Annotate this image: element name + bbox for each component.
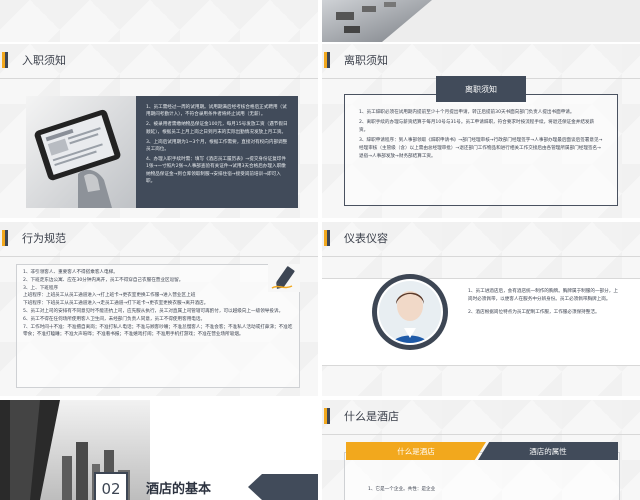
ruzhi-text-3: 3、上岗后试用期为1~3个月，根据工作需要，直接对有权向内部调整员工岗位。 [146,139,288,153]
ruzhi-text-2: 2、被录用者需缴纳物品保证金100元，每月15号发放工资（遇节假日顺延），根据员… [146,122,288,135]
accent-bar [324,230,330,246]
slide-title: 离职须知 [344,54,388,67]
slide-lizhi[interactable]: 离职须知 1、员工辞职必须在试用期内提前至少十个月提出申请，转正后提前30天书面… [322,44,640,218]
pen-icon [268,264,300,292]
slide-section-divider[interactable]: 02 酒店的基本 [0,400,318,500]
slide-title: 什么是酒店 [344,410,399,423]
lizhi-text-2: 2、离职手续的办理与薪资结算于每月10号与31号。员工申请辞职，符合要求时按流程… [359,120,595,133]
slide-title: 行为规范 [22,232,66,245]
ruzhi-text-panel: 1、员工需经过一周的试用期。试用期满后经考核合格后正式聘用（试用期间考勤计入），… [136,96,298,208]
xingwei-text-4: 上班程序：上班员工从员工通道进入→打上班卡→更衣室更换工作服→进入营业区上班 [23,293,196,299]
lizhi-text-3: 3、辞职申请程序：到人事部领取《辞职申请书》→部门经理审核→行政部门经理签字→人… [359,138,603,159]
slide-title: 入职须知 [22,54,66,67]
lizhi-text-1: 1、员工辞职必须在试用期内提前至少十个月提出申请，转正后提前30天书面向部门负责… [359,110,575,115]
slide-header: 仪表仪容 [322,228,388,248]
slide-shenme[interactable]: 什么是酒店 什么是酒店 酒店的属性 1、它是一个企业。共性：是企业 [322,400,640,500]
yibiao-text-2: 2、酒店根据岗位特点为员工配制工作服，工作服必须保持整洁。 [468,310,600,316]
section-number-box: 02 [94,472,128,500]
slide-yibiao[interactable]: 仪表仪容 1、员工进酒店后，会有酒店统一制作的胸牌。胸牌属于制服的一部分，上岗时… [322,222,640,396]
tab-shenme-right-label: 酒店的属性 [529,446,567,456]
xingwei-text-7: 6、员工不得在任何场所使用客人卫生间，未经部门负责人同意，员工不得使用客用电话。 [23,316,206,322]
slide-ruzhi[interactable]: 入职须知 1、员工需经过一周的试用期。试用期满后经考核合格后正式聘用（试用期间考… [0,44,318,218]
section-number: 02 [101,480,121,498]
xingwei-text-6: 5、员工对上司的安排有不同意见时不能违抗上司，应先服从执行，员工对直属上司管辖可… [23,308,284,314]
xingwei-text-5: 下班程序：下班员工从员工通道进入→走员工通道→打下班卡→更衣室更换衣服→离开酒店… [23,301,209,307]
accent-bar [2,230,8,246]
accent-bar [324,52,330,68]
title-divider [322,256,640,257]
slide-title: 仪表仪容 [344,232,388,245]
slide-xingwei[interactable]: 行为规范 1、非引领客人、重要客人不得搭乘客人电梯。 2、下班走东边公寓、应在3… [0,222,318,396]
tab-shenme-left[interactable]: 什么是酒店 [346,442,486,460]
title-divider [0,78,318,79]
title-divider [0,256,318,257]
city-road-image [322,0,640,42]
slide-header: 什么是酒店 [322,406,399,426]
section-title: 酒店的基本 [146,482,212,497]
accent-bar [324,408,330,424]
ruzhi-text-1: 1、员工需经过一周的试用期。试用期满后经考核合格后正式聘用（试用期间考勤计入），… [146,105,287,118]
slide-header: 行为规范 [0,228,66,248]
tablet-hand-photo [26,96,136,208]
lizhi-text-box: 1、员工辞职必须在试用期内提前至少十个月提出申请，转正后提前30天书面向部门负责… [344,94,618,206]
slide-top-left-partial[interactable] [0,0,318,42]
accent-bar [2,52,8,68]
xingwei-text-8: 7、工作时间十不准：不准擅自离岗；不准打私人电话；不准与顾客吵嘴；不准怠慢客人；… [23,324,293,338]
slide-top-right-partial[interactable] [322,0,640,42]
section-arrow-shape [248,474,318,500]
slide-header: 入职须知 [0,50,66,70]
staff-portrait-circle [372,274,448,350]
title-divider [322,434,640,435]
lizhi-tag: 离职须知 [436,76,526,102]
xingwei-text-box: 1、非引领客人、重要客人不得搭乘客人电梯。 2、下班走东边公寓、应在30分钟内离… [16,264,300,388]
xingwei-text-1: 1、非引领客人、重要客人不得搭乘客人电梯。 [23,270,118,275]
yibiao-text: 1、员工进酒店后，会有酒店统一制作的胸牌。胸牌属于制服的一部分，上岗时必须佩带，… [468,288,622,317]
shenme-snippet: 1、它是一个企业。共性：是企业 [368,487,436,492]
yibiao-text-1: 1、员工进酒店后，会有酒店统一制作的胸牌。胸牌属于制服的一部分，上岗时必须佩带，… [468,289,618,302]
xingwei-text-2: 2、下班走东边公寓、应在30分钟内离开，员工不得穿自己衣服在营业区逗留。 [23,277,184,283]
ruzhi-text-4: 4、办理入职手续时需：填写《酒店员工履历表》→提交身份证复印件1张→一寸照片2张… [146,157,286,184]
tab-shenme-left-label: 什么是酒店 [397,446,435,456]
slide-header: 离职须知 [322,50,388,70]
tab-shenme-right[interactable]: 酒店的属性 [478,442,618,460]
xingwei-text-3: 3、上、下班程序 [23,285,59,291]
